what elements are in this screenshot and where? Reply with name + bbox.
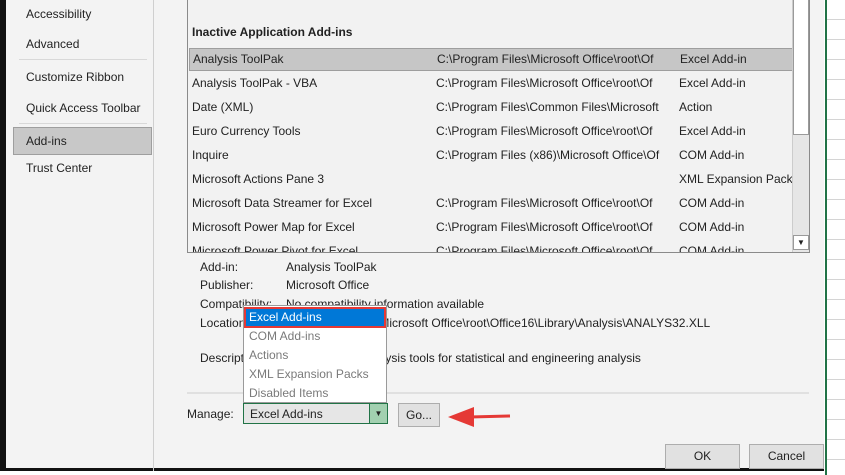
addin-location: C:\Program Files\Microsoft Office\root\O…: [436, 196, 653, 210]
sidebar-item-add-ins[interactable]: Add-ins: [13, 127, 152, 155]
addin-type: Action: [679, 100, 713, 114]
addin-name: Date (XML): [192, 100, 254, 114]
menu-item-excel-add-ins[interactable]: Excel Add-ins: [244, 307, 386, 328]
addin-name: Euro Currency Tools: [192, 124, 301, 138]
addin-name: Analysis ToolPak - VBA: [192, 76, 318, 90]
addin-name: Microsoft Power Map for Excel: [192, 220, 355, 234]
red-arrow-annotation-icon: [448, 407, 511, 427]
list-item[interactable]: Microsoft Power Pivot for Excel C:\Progra…: [189, 240, 793, 253]
addin-name: Microsoft Data Streamer for Excel: [192, 196, 373, 210]
list-scrollbar[interactable]: ▼: [792, 0, 809, 252]
list-item[interactable]: Analysis ToolPak C:\Program Files\Microso…: [189, 48, 793, 71]
addin-type: XML Expansion Pack: [679, 172, 793, 186]
chevron-down-icon[interactable]: ▼: [369, 404, 387, 423]
menu-item-actions[interactable]: Actions: [245, 346, 385, 365]
list-item[interactable]: Date (XML) C:\Program Files\Common Files\…: [189, 96, 793, 119]
excel-options-dialog: Accessibility Advanced Customize Ribbon …: [0, 0, 824, 471]
addin-name: Microsoft Power Pivot for Excel: [192, 244, 359, 253]
addin-location: C:\Program Files\Common Files\Microsoft: [436, 100, 659, 114]
addin-location: C:\Program Files\Microsoft Office\root\O…: [436, 124, 653, 138]
add-ins-list[interactable]: Inactive Application Add-ins Analysis To…: [187, 0, 810, 253]
menu-item-xml-expansion-packs[interactable]: XML Expansion Packs: [245, 365, 385, 384]
manage-dropdown-menu: Excel Add-ins COM Add-ins Actions XML Ex…: [243, 305, 387, 403]
addin-location: C:\Program Files\Microsoft Office\root\O…: [436, 76, 653, 90]
addin-location: C:\Program Files\Microsoft Office\root\O…: [437, 52, 654, 66]
spreadsheet-background: [825, 0, 845, 475]
publisher-label: Publisher:: [200, 278, 254, 292]
addin-type: Excel Add-in: [680, 52, 747, 66]
ok-button[interactable]: OK: [665, 444, 740, 469]
publisher-value: Microsoft Office: [286, 278, 370, 292]
addin-type: Excel Add-in: [679, 76, 746, 90]
addin-location: C:\Program Files\Microsoft Office\root\O…: [436, 244, 653, 253]
list-item[interactable]: Microsoft Power Map for Excel C:\Program …: [189, 216, 793, 239]
sidebar-divider: [19, 123, 147, 124]
list-item[interactable]: Microsoft Data Streamer for Excel C:\Prog…: [189, 192, 793, 215]
addin-name: Inquire: [192, 148, 229, 162]
go-button[interactable]: Go...: [398, 403, 440, 427]
location-label: Location:: [200, 316, 249, 330]
addin-type: COM Add-in: [679, 148, 745, 162]
manage-select-value: Excel Add-ins: [250, 407, 323, 421]
addin-type: COM Add-in: [679, 244, 745, 253]
scroll-down-arrow-icon[interactable]: ▼: [793, 235, 809, 250]
addin-label: Add-in:: [200, 260, 239, 274]
addin-location: C:\Program Files\Microsoft Office\root\O…: [436, 220, 653, 234]
menu-item-com-add-ins[interactable]: COM Add-ins: [245, 327, 385, 346]
list-item[interactable]: Euro Currency Tools C:\Program Files\Micr…: [189, 120, 793, 143]
sidebar-item-accessibility[interactable]: Accessibility: [13, 0, 152, 28]
list-item[interactable]: Analysis ToolPak - VBA C:\Program Files\M…: [189, 72, 793, 95]
menu-item-disabled-items[interactable]: Disabled Items: [245, 384, 385, 403]
sidebar-item-trust-center[interactable]: Trust Center: [13, 154, 152, 182]
addin-name: Analysis ToolPak: [193, 52, 284, 66]
addin-type: Excel Add-in: [679, 124, 746, 138]
addin-location: C:\Program Files (x86)\Microsoft Office\…: [436, 148, 660, 162]
addin-type: COM Add-in: [679, 196, 745, 210]
scrollbar-thumb[interactable]: [793, 0, 809, 135]
sidebar-item-quick-access-toolbar[interactable]: Quick Access Toolbar: [13, 94, 152, 122]
cancel-button[interactable]: Cancel: [749, 444, 824, 469]
sidebar-divider: [19, 59, 147, 60]
group-header: Inactive Application Add-ins: [192, 25, 353, 39]
list-item[interactable]: Inquire C:\Program Files (x86)\Microsoft …: [189, 144, 793, 167]
addin-type: COM Add-in: [679, 220, 745, 234]
addin-name: Microsoft Actions Pane 3: [192, 172, 325, 186]
addin-value: Analysis ToolPak: [286, 260, 377, 274]
sidebar-item-advanced[interactable]: Advanced: [13, 30, 152, 58]
manage-select[interactable]: Excel Add-ins ▼: [243, 403, 388, 424]
options-sidebar: Accessibility Advanced Customize Ribbon …: [12, 0, 154, 471]
list-item[interactable]: Microsoft Actions Pane 3 XML Expansion Pa…: [189, 168, 793, 191]
sidebar-item-customize-ribbon[interactable]: Customize Ribbon: [13, 63, 152, 91]
manage-label: Manage:: [187, 407, 234, 421]
